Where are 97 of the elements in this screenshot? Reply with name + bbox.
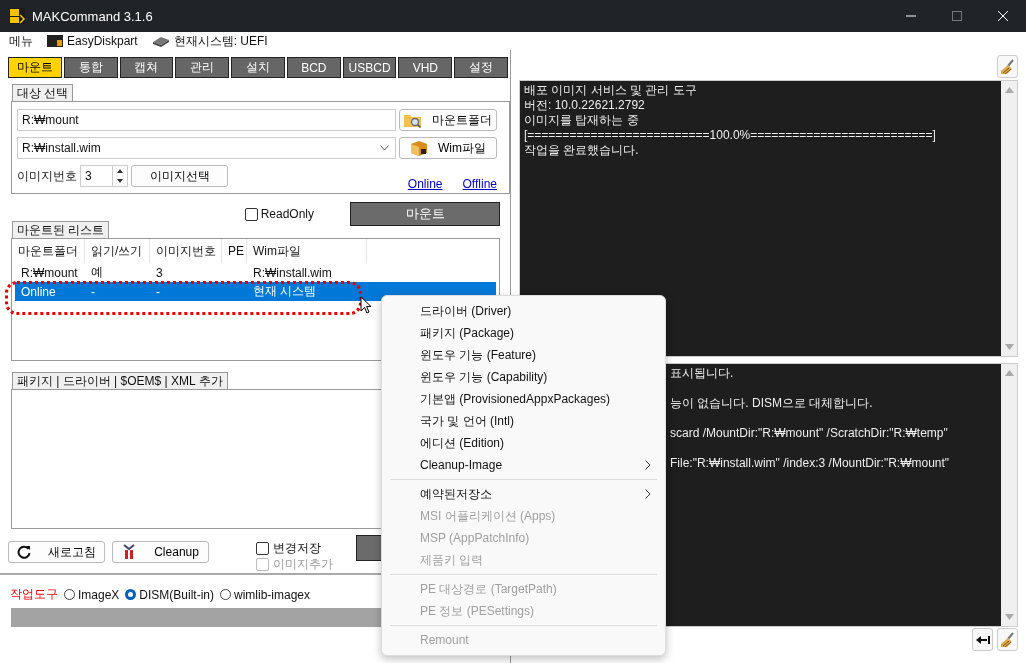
menu-item: PE 대상경로 (TargetPath) (382, 571, 665, 600)
log-line: 작업을 완료했습니다. (524, 143, 640, 158)
menu-item[interactable]: 드라이버 (Driver) (382, 300, 665, 322)
menu-item[interactable]: 예약된저장소 (382, 476, 665, 505)
tab[interactable]: BCD (286, 57, 341, 78)
column-header[interactable]: 이미지번호 (150, 239, 222, 263)
folder-field[interactable]: R:₩mount (17, 109, 396, 131)
box-icon (410, 140, 428, 156)
tool-label: 작업도구 (10, 586, 58, 603)
insert-button[interactable] (972, 628, 993, 651)
refresh-icon (17, 545, 32, 559)
image-number-label: 이미지번호 (17, 167, 77, 185)
chevron-right-icon (645, 489, 651, 499)
menu-item: PE 정보 (PESettings) (419, 602, 536, 620)
arrow-left-icon (975, 634, 990, 645)
list-cell-text: Online (20, 284, 57, 299)
maximize-icon (952, 11, 962, 21)
log-line: File:"R:₩install.wim" /index:3 /MountDir:"R:₩mount" (670, 456, 951, 471)
group-label: 대상 선택 (12, 84, 74, 101)
radio-button[interactable] (220, 589, 232, 600)
list-cell-text: R:₩install.wim (252, 265, 333, 280)
menu-item: 제품키 입력 (419, 551, 485, 569)
chip-icon (151, 35, 170, 47)
image-number-spinner[interactable]: 3 (80, 165, 128, 187)
terminal-icon (47, 34, 63, 48)
menu-item: MSI 어플리케이션 (Apps) (419, 507, 557, 525)
column-header[interactable]: PE (222, 239, 247, 263)
menu-item[interactable]: 윈도우 기능 (Feature) (382, 344, 665, 366)
close-icon (998, 11, 1008, 21)
mount-button[interactable]: 마운트 (350, 202, 500, 226)
log-line: 능이 없습니다. DISM으로 대체합니다. (670, 396, 874, 411)
list-cell-text: R:₩mount (20, 265, 79, 280)
log-line: scard /MountDir:"R:₩mount" /ScratchDir:"R:₩temp" (670, 426, 949, 441)
log-line: 배포 이미지 서비스 및 관리 도구 (524, 83, 698, 98)
list-cell-text: 현재 시스템 (252, 283, 318, 300)
wim-file-dropdown[interactable]: R:₩install.wim (17, 137, 396, 159)
menu-item[interactable]: 메뉴 (9, 32, 33, 50)
tab[interactable]: 통합 (63, 57, 118, 78)
menu-item[interactable]: EasyDiskpart (47, 34, 138, 48)
cursor-icon (360, 296, 372, 315)
list-cell-text: 예 (90, 264, 104, 281)
menu-item[interactable]: 에디션 (Edition) (382, 432, 665, 454)
menu-item[interactable]: 국가 및 언어 (Intl) (382, 410, 665, 432)
checkbox-label: 이미지추가 (273, 555, 333, 573)
tab[interactable]: VHD (398, 57, 453, 78)
window-title: MAKCommand 3.1.6 (32, 8, 154, 24)
menu-item[interactable]: 패키지 (Package) (382, 322, 665, 344)
chevron-right-icon (645, 460, 651, 470)
app-logo-icon (8, 7, 26, 25)
list-row[interactable]: R:₩mount 예 3 R:₩install.wim (15, 263, 496, 282)
refresh-button[interactable]: 새로고침 (8, 541, 105, 563)
radio-label: ImageX (78, 587, 120, 602)
log-line: 이미지를 탑재하는 중 (524, 113, 640, 128)
log-line: 표시됩니다. (670, 366, 735, 381)
tab[interactable]: 설치 (231, 57, 285, 78)
tools-icon (122, 544, 137, 560)
column-header[interactable]: 마운트폴더 (12, 239, 85, 263)
mount-folder-button[interactable]: 마운트폴더 (399, 109, 497, 131)
list-cell-text: - (155, 284, 161, 299)
chevron-down-icon (380, 145, 389, 151)
clear-button[interactable] (997, 55, 1018, 78)
group-label: 마운트된 리스트 (12, 221, 110, 238)
cleanup-button[interactable]: Cleanup (112, 541, 209, 563)
log-line: 버전: 10.0.22621.2792 (524, 98, 646, 113)
radio-label: DISM(Built-in) (139, 587, 215, 602)
tab[interactable]: 캡쳐 (119, 57, 174, 78)
log-line: [==========================100.0%==========================] (524, 128, 937, 143)
column-header[interactable]: Wim파일 (247, 239, 367, 263)
checkbox-label: 변경저장 (273, 539, 321, 557)
tab[interactable]: USBCD (342, 57, 397, 78)
tab[interactable]: 설정 (454, 57, 509, 78)
wim-file-button[interactable]: Wim파일 (399, 137, 497, 159)
link[interactable]: Offline (462, 177, 497, 191)
tab[interactable]: 관리 (175, 57, 230, 78)
group-label: 패키지 | 드라이버 | $OEM$ | XML 추가 (12, 372, 228, 389)
checkbox[interactable] (244, 207, 258, 221)
folder-search-icon (404, 112, 422, 128)
broom-icon (1000, 58, 1015, 75)
clear-button[interactable] (997, 628, 1018, 651)
menu-item: Remount (382, 622, 665, 651)
checkbox-label: ReadOnly (260, 207, 314, 221)
menu-item[interactable]: 윈도우 기능 (Capability) (382, 366, 665, 388)
menu-item[interactable]: Cleanup-Image (382, 454, 665, 476)
image-select-button[interactable]: 이미지선택 (131, 165, 228, 187)
link[interactable]: Online (407, 177, 443, 191)
list-cell-text: - (90, 284, 96, 299)
menu-item: MSP (AppPatchInfo) (419, 530, 531, 547)
list-cell-text: 3 (155, 265, 164, 280)
radio-button[interactable] (64, 589, 75, 600)
menu-item[interactable]: 현재시스템: UEFI (151, 32, 268, 50)
broom-icon (1000, 631, 1015, 648)
menu-item[interactable]: 기본앱 (ProvisionedAppxPackages) (382, 388, 665, 410)
radio-label: wimlib-imagex (234, 587, 311, 602)
tab[interactable]: 마운트 (8, 57, 62, 78)
checkbox[interactable] (256, 541, 269, 555)
column-header[interactable]: 읽기/쓰기 (85, 239, 150, 263)
radio-button[interactable] (125, 589, 137, 600)
